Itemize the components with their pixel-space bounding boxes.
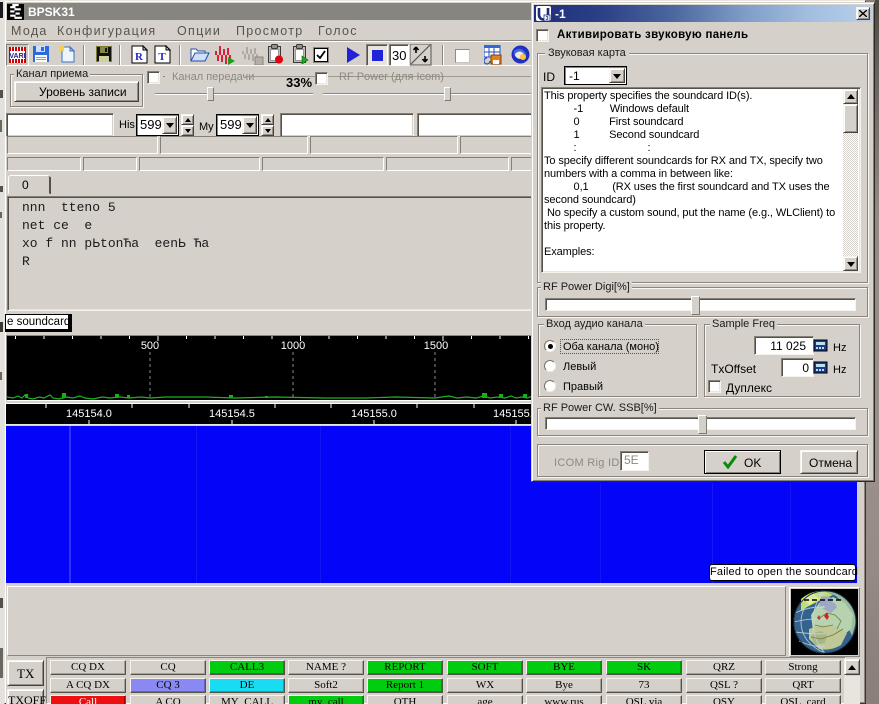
svg-text:1000: 1000 bbox=[281, 340, 305, 352]
svg-text:3: 3 bbox=[545, 16, 548, 21]
svg-text:145154.5: 145154.5 bbox=[209, 408, 255, 420]
svg-text:VARI: VARI bbox=[9, 53, 25, 60]
svg-text:R: R bbox=[135, 51, 144, 63]
svg-text:T: T bbox=[158, 51, 166, 63]
svg-text:145155.0: 145155.0 bbox=[351, 408, 397, 420]
svg-text:500: 500 bbox=[141, 340, 159, 352]
svg-text:1500: 1500 bbox=[424, 340, 448, 352]
svg-text:145154.0: 145154.0 bbox=[66, 408, 112, 420]
